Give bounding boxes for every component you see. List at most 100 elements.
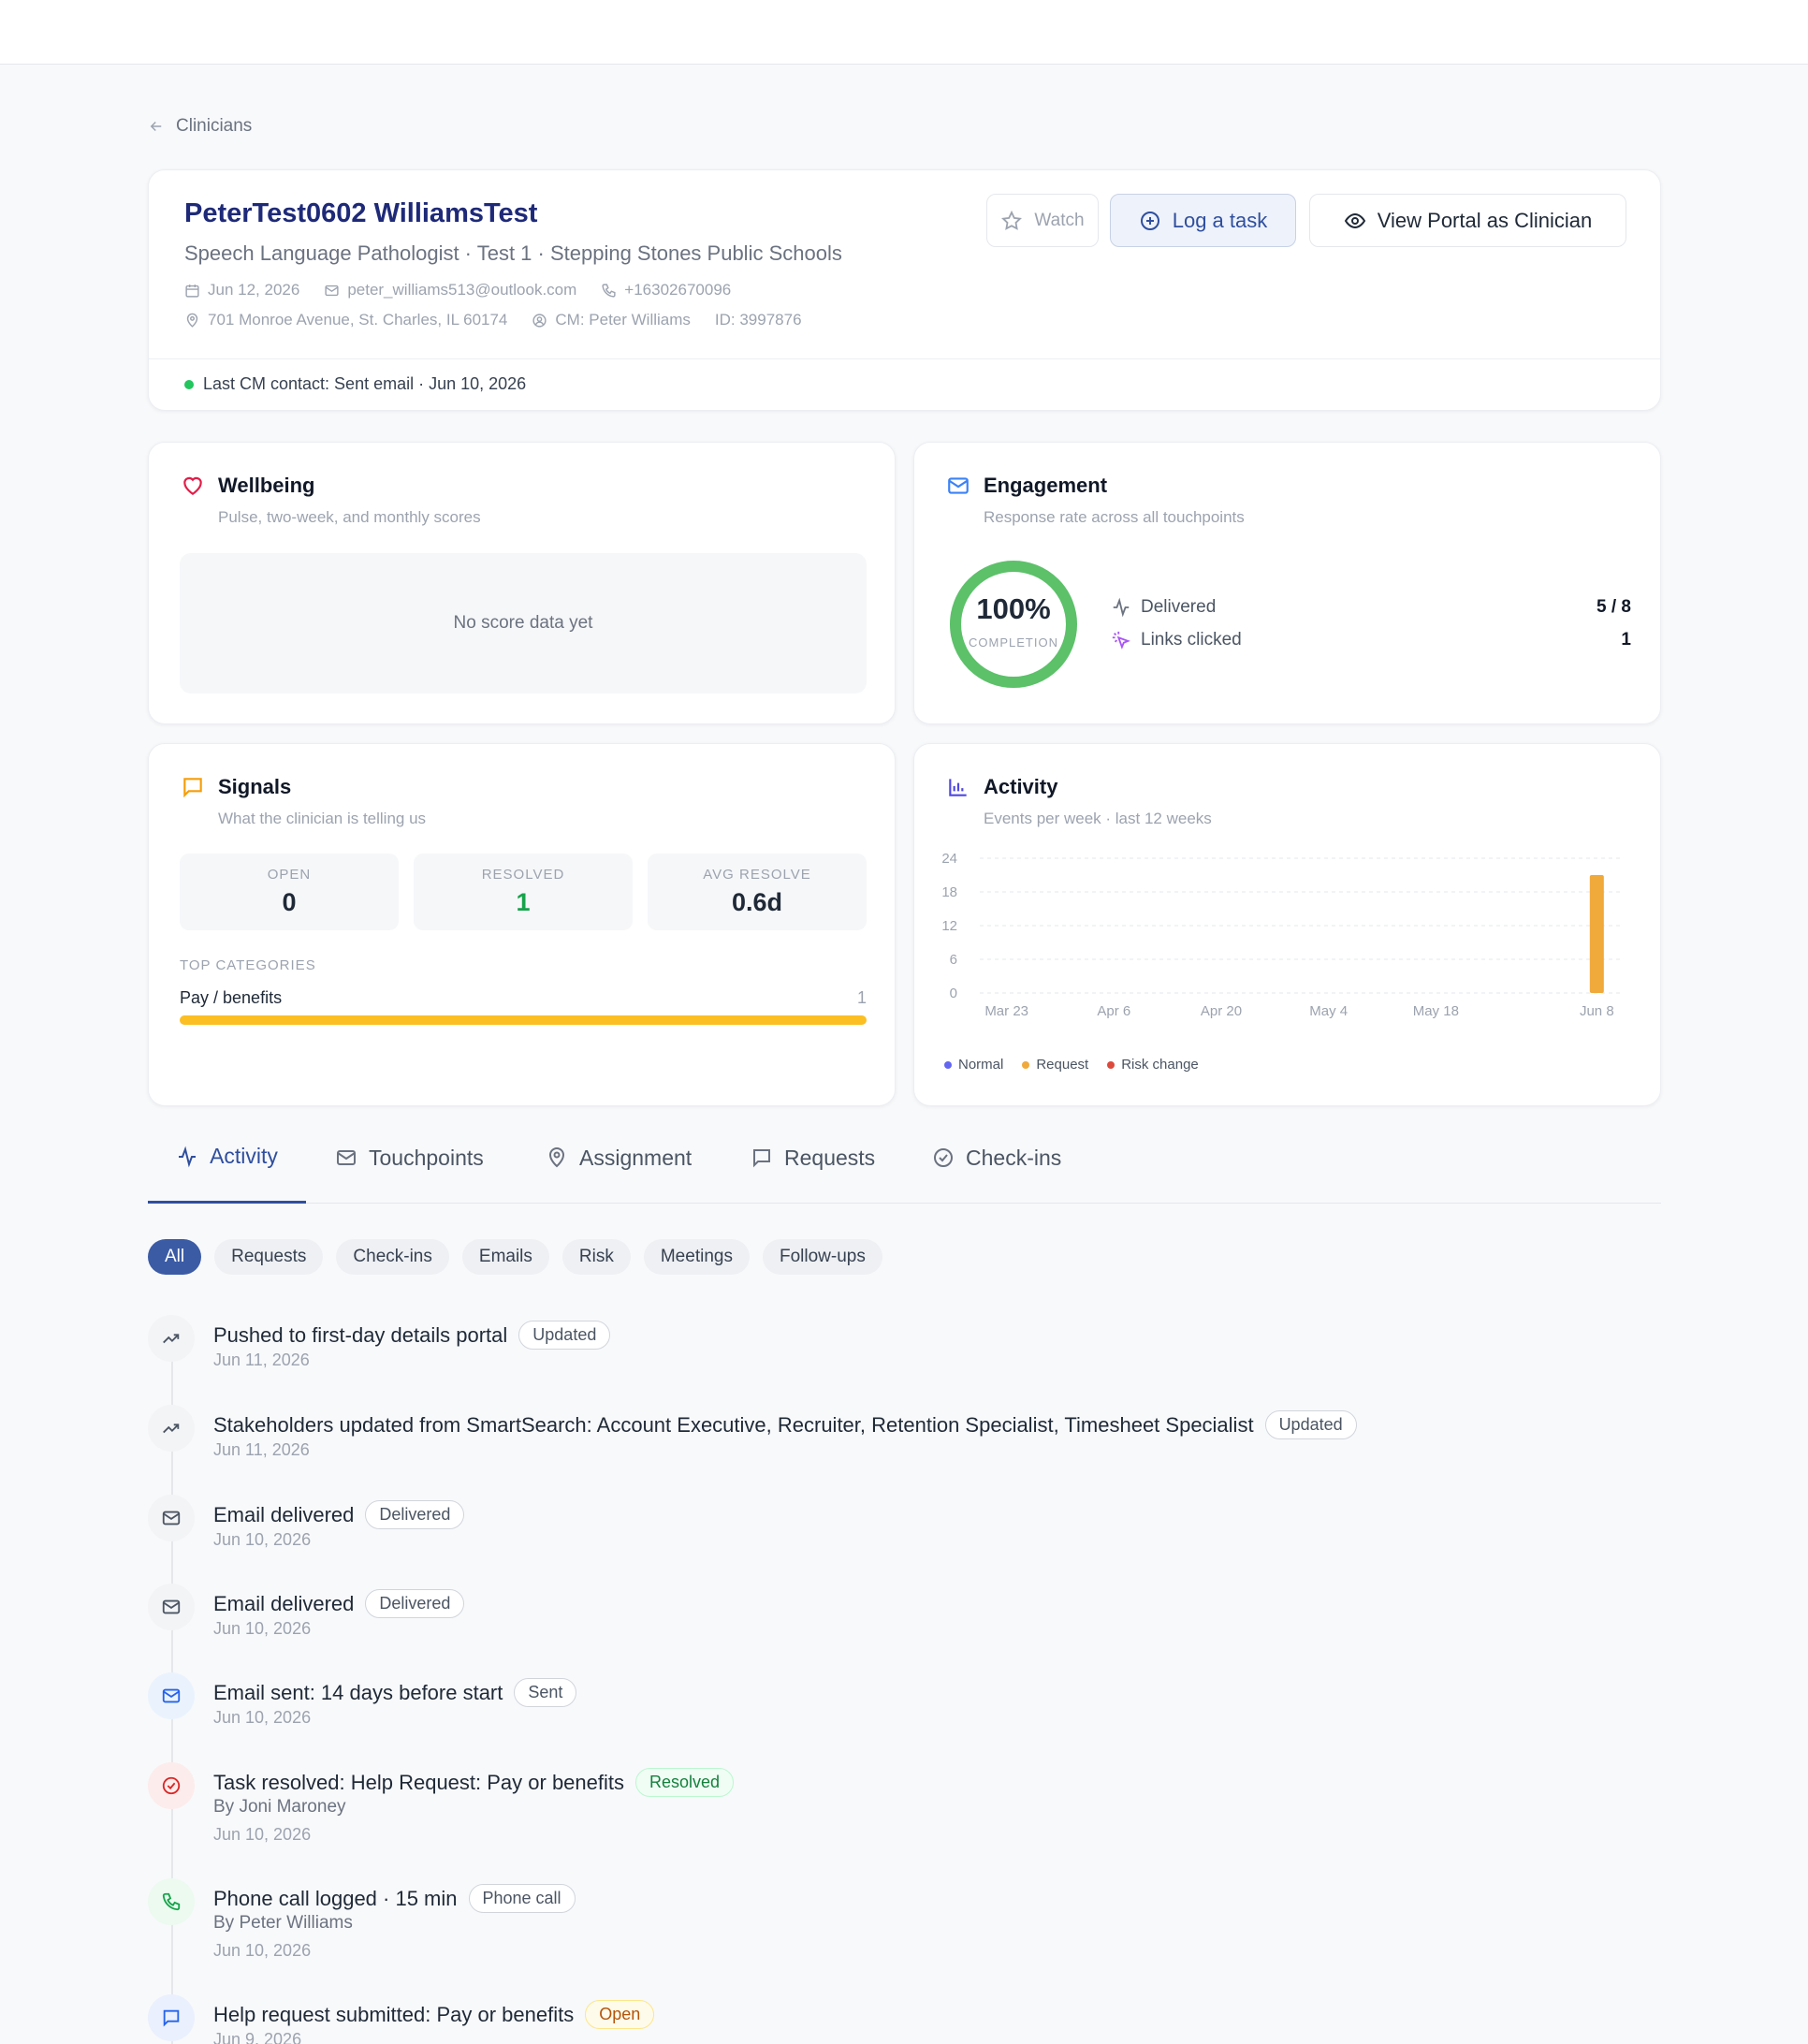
y-tick-label: 18 bbox=[941, 884, 957, 900]
filter-emails[interactable]: Emails bbox=[461, 1239, 549, 1275]
open-stat: OPEN 0 bbox=[180, 854, 399, 930]
activity-chart: 0 6 12 18 24 Mar 23 Apr 6 Apr 20 May 4 May 18 Jun … bbox=[941, 851, 1624, 1019]
status-badge: Resolved bbox=[635, 1768, 735, 1797]
category-name: Pay / benefits bbox=[180, 988, 283, 1007]
start-date: Jun 12, 2026 bbox=[184, 281, 299, 299]
completion-label: COMPLETION bbox=[969, 635, 1058, 650]
engagement-card: Engagement Response rate across all touc… bbox=[913, 442, 1661, 724]
event-date: Jun 9, 2026 bbox=[213, 2030, 302, 2044]
tab-requests[interactable]: Requests bbox=[751, 1112, 875, 1204]
signals-title: Signals bbox=[181, 775, 291, 799]
star-icon bbox=[1001, 210, 1023, 230]
links-row: Links clicked 1 bbox=[1111, 630, 1631, 650]
filter-all[interactable]: All bbox=[148, 1239, 202, 1275]
legend-risk-change: Risk change bbox=[1107, 1057, 1199, 1073]
calendar-icon bbox=[185, 284, 199, 298]
eye-icon bbox=[1344, 212, 1365, 228]
y-tick-label: 24 bbox=[941, 851, 957, 867]
back-link[interactable]: Clinicians bbox=[148, 116, 252, 137]
engagement-title-text: Engagement bbox=[984, 474, 1108, 497]
wellbeing-subtitle: Pulse, two-week, and monthly scores bbox=[218, 508, 481, 526]
x-tick-label: Jun 8 bbox=[1580, 1003, 1614, 1019]
last-contact: Last CM contact: Sent email · Jun 10, 20… bbox=[184, 374, 526, 394]
event-date: Jun 10, 2026 bbox=[213, 1619, 312, 1638]
avg-resolve-label: AVG RESOLVE bbox=[703, 867, 811, 883]
event-title: Help request submitted: Pay or benefits O… bbox=[213, 2000, 655, 2029]
event-title: Email delivered Delivered bbox=[213, 1589, 465, 1618]
pointer-click-icon bbox=[1112, 631, 1130, 650]
links-value: 1 bbox=[1621, 630, 1631, 650]
bar-request bbox=[1589, 875, 1604, 993]
activity-icon bbox=[179, 1146, 197, 1167]
status-badge: Delivered bbox=[365, 1589, 465, 1618]
wellbeing-title: Wellbeing bbox=[181, 474, 315, 498]
category-bar bbox=[180, 1015, 867, 1025]
y-tick-label: 12 bbox=[941, 918, 957, 934]
x-tick-label: Apr 6 bbox=[1097, 1003, 1130, 1019]
top-bar bbox=[0, 0, 1808, 65]
meta-row-1: Jun 12, 2026 peter_williams513@outlook.c… bbox=[184, 281, 731, 299]
filter-follow-ups[interactable]: Follow-ups bbox=[762, 1239, 882, 1275]
trending-up-icon bbox=[163, 1334, 180, 1344]
watch-button[interactable]: Watch bbox=[986, 194, 1099, 247]
event-icon bbox=[148, 1584, 195, 1630]
engagement-subtitle: Response rate across all touchpoints bbox=[984, 508, 1245, 526]
activity-icon bbox=[1113, 597, 1130, 618]
tab-activity[interactable]: Activity bbox=[148, 1112, 306, 1204]
view-portal-button[interactable]: View Portal as Clinician bbox=[1309, 194, 1626, 247]
filter-risk[interactable]: Risk bbox=[561, 1239, 631, 1275]
delivered-label: Delivered bbox=[1141, 597, 1217, 617]
category-row: Pay / benefits 1 bbox=[180, 988, 867, 1008]
engagement-title: Engagement bbox=[946, 474, 1107, 498]
activity-chart-card: Activity Events per week · last 12 weeks… bbox=[913, 743, 1661, 1106]
top-categories-heading: TOP CATEGORIES bbox=[180, 957, 316, 973]
message-square-icon bbox=[753, 1149, 770, 1168]
divider bbox=[149, 358, 1660, 359]
event-author: By Peter Williams bbox=[213, 1913, 353, 1933]
check-circle-icon bbox=[934, 1148, 953, 1167]
plus-circle-icon bbox=[1140, 211, 1159, 230]
tab-assignment-label: Assignment bbox=[579, 1145, 693, 1170]
avg-resolve-stat: AVG RESOLVE 0.6d bbox=[648, 854, 867, 930]
case-manager: CM: Peter Williams bbox=[532, 311, 691, 329]
x-tick-label: Mar 23 bbox=[984, 1003, 1028, 1019]
y-tick-label: 0 bbox=[950, 986, 957, 1001]
filter-check-ins[interactable]: Check-ins bbox=[336, 1239, 449, 1275]
event-icon bbox=[148, 1315, 195, 1362]
tab-touchpoints-label: Touchpoints bbox=[369, 1145, 484, 1170]
filter-meetings[interactable]: Meetings bbox=[643, 1239, 750, 1275]
filter-requests[interactable]: Requests bbox=[214, 1239, 324, 1275]
address: 701 Monroe Avenue, St. Charles, IL 60174 bbox=[184, 311, 507, 329]
map-pin-icon bbox=[186, 313, 198, 328]
back-link-label: Clinicians bbox=[176, 116, 253, 136]
event-title: Email delivered Delivered bbox=[213, 1500, 465, 1529]
status-badge: Sent bbox=[514, 1678, 577, 1707]
completion-percent: 100% bbox=[976, 592, 1051, 625]
event-icon bbox=[148, 1672, 195, 1719]
tab-check-ins[interactable]: Check-ins bbox=[932, 1112, 1061, 1204]
phone[interactable]: +16302670096 bbox=[601, 281, 731, 299]
event-icon bbox=[148, 1495, 195, 1541]
event-icon bbox=[148, 1405, 195, 1452]
event-date: Jun 11, 2026 bbox=[213, 1350, 310, 1369]
open-value: 0 bbox=[282, 888, 297, 916]
mail-icon bbox=[325, 285, 339, 296]
signals-card: Signals What the clinician is telling us… bbox=[148, 743, 896, 1106]
email[interactable]: peter_williams513@outlook.com bbox=[324, 281, 576, 299]
event-date: Jun 10, 2026 bbox=[213, 1941, 312, 1960]
signals-subtitle: What the clinician is telling us bbox=[218, 810, 427, 827]
arrow-left-icon bbox=[150, 121, 162, 132]
event-title: Task resolved: Help Request: Pay or bene… bbox=[213, 1768, 735, 1797]
log-task-button[interactable]: Log a task bbox=[1110, 194, 1296, 247]
avg-resolve-value: 0.6d bbox=[731, 888, 783, 916]
event-icon bbox=[148, 1762, 195, 1809]
category-count: 1 bbox=[856, 988, 867, 1007]
mail-icon bbox=[948, 477, 969, 494]
wellbeing-empty-state: No score data yet bbox=[180, 553, 867, 694]
tab-assignment[interactable]: Assignment bbox=[546, 1112, 692, 1204]
tab-touchpoints[interactable]: Touchpoints bbox=[335, 1112, 484, 1204]
resolved-value: 1 bbox=[516, 888, 531, 916]
status-badge: Delivered bbox=[365, 1500, 465, 1529]
tab-requests-label: Requests bbox=[784, 1145, 876, 1170]
event-title: Pushed to first-day details portal Update… bbox=[213, 1321, 611, 1350]
